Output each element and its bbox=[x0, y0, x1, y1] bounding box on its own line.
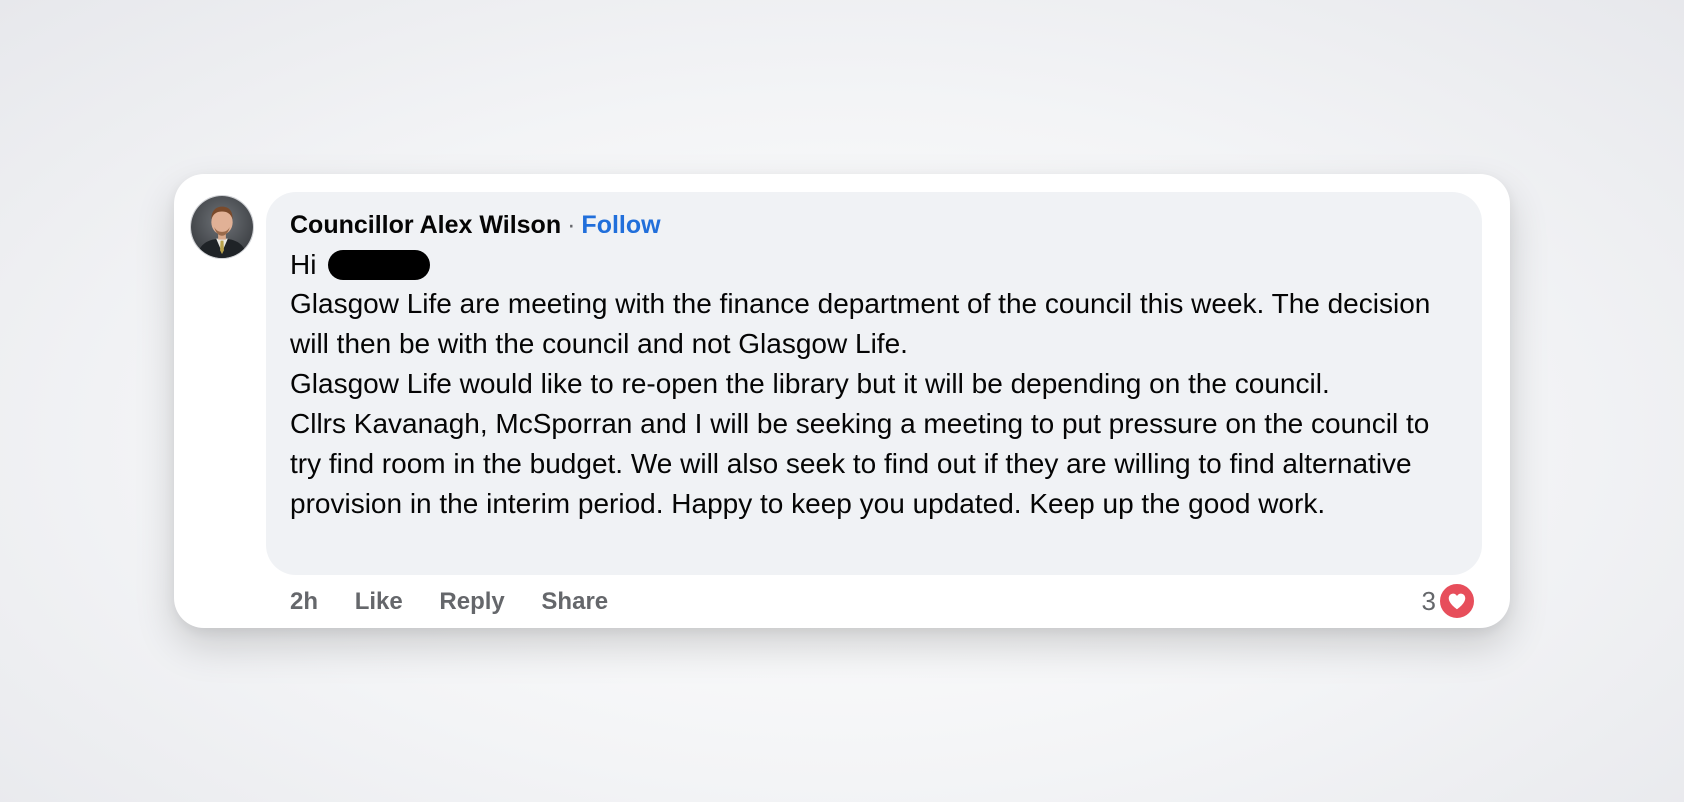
share-button[interactable]: Share bbox=[541, 588, 608, 615]
reaction-summary[interactable]: 3 bbox=[1422, 581, 1476, 621]
redacted-name bbox=[328, 250, 431, 280]
comment-bubble: Councillor Alex Wilson · Follow Hi Glasgow… bbox=[266, 192, 1482, 575]
follow-link[interactable]: Follow bbox=[581, 211, 660, 239]
comment-paragraph-3: Cllrs Kavanagh, McSporran and I will be … bbox=[290, 408, 1430, 519]
timestamp[interactable]: 2h bbox=[290, 588, 318, 615]
avatar[interactable] bbox=[190, 195, 254, 259]
comment-header: Councillor Alex Wilson · Follow bbox=[290, 208, 1460, 242]
like-button[interactable]: Like bbox=[355, 588, 403, 615]
author-name[interactable]: Councillor Alex Wilson bbox=[290, 211, 561, 239]
comment-actions: 2h Like Reply Share bbox=[290, 584, 638, 620]
separator-dot: · bbox=[567, 211, 576, 239]
profile-photo bbox=[191, 196, 253, 258]
comment-paragraph-2: Glasgow Life would like to re-open the l… bbox=[290, 368, 1330, 399]
greeting-line: Hi bbox=[290, 246, 1460, 284]
heart-icon bbox=[1438, 582, 1476, 620]
comment-paragraph-1: Glasgow Life are meeting with the financ… bbox=[290, 288, 1431, 359]
reply-button[interactable]: Reply bbox=[439, 588, 504, 615]
greeting-text: Hi bbox=[290, 249, 317, 280]
comment-card: Councillor Alex Wilson · Follow Hi Glasgow… bbox=[174, 174, 1510, 628]
reaction-count: 3 bbox=[1421, 585, 1436, 616]
